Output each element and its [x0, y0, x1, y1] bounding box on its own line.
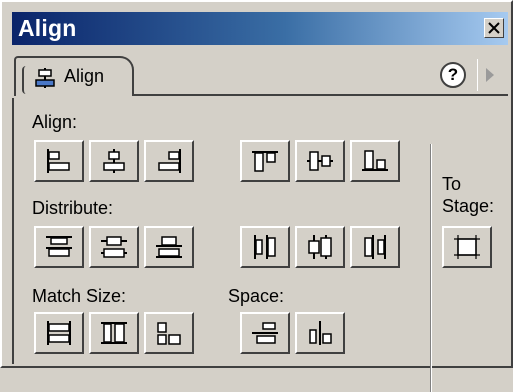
- panel-content: Align: To Stage: Distribute: Match Size:…: [12, 98, 510, 392]
- align-vertical-center-button[interactable]: [295, 140, 345, 182]
- tab-notch: [22, 66, 30, 94]
- to-stage-label-line1: To: [442, 174, 462, 194]
- match-size-section-label: Match Size:: [32, 286, 127, 306]
- space-evenly-horizontally-button[interactable]: [295, 312, 345, 354]
- distribute-section-label: Distribute:: [32, 198, 114, 218]
- match-height-button[interactable]: [89, 312, 139, 354]
- space-evenly-vertically-button[interactable]: [240, 312, 290, 354]
- to-stage-button[interactable]: [442, 226, 492, 268]
- distribute-right-edge-button[interactable]: [350, 226, 400, 268]
- section-divider: [430, 144, 432, 392]
- window-title: Align: [18, 15, 77, 41]
- close-button[interactable]: [484, 18, 504, 38]
- distribute-bottom-edge-button[interactable]: [144, 226, 194, 268]
- to-stage-label-line2: Stage:: [442, 196, 495, 216]
- align-left-edge-button[interactable]: [34, 140, 84, 182]
- panel-menu-button[interactable]: [477, 59, 502, 91]
- tab-align[interactable]: Align: [14, 56, 134, 96]
- distribute-horizontal-center-button[interactable]: [295, 226, 345, 268]
- align-top-edge-button[interactable]: [240, 140, 290, 182]
- align-horizontal-center-button[interactable]: [89, 140, 139, 182]
- tab-underline: [132, 94, 508, 96]
- title-bar[interactable]: Align: [12, 12, 508, 45]
- match-width-button[interactable]: [34, 312, 84, 354]
- tab-label: Align: [64, 66, 105, 86]
- align-panel: Align Align ? Align: To Stage: Distribut…: [0, 0, 513, 392]
- distribute-top-edge-button[interactable]: [34, 226, 84, 268]
- tab-row: Align ?: [12, 52, 508, 98]
- match-width-and-height-button[interactable]: [144, 312, 194, 354]
- distribute-left-edge-button[interactable]: [240, 226, 290, 268]
- align-section-label: Align:: [32, 112, 78, 132]
- distribute-vertical-center-button[interactable]: [89, 226, 139, 268]
- align-panel-icon: [34, 67, 56, 94]
- help-button[interactable]: ?: [440, 62, 466, 88]
- align-bottom-edge-button[interactable]: [350, 140, 400, 182]
- space-section-label: Space:: [228, 286, 285, 306]
- align-right-edge-button[interactable]: [144, 140, 194, 182]
